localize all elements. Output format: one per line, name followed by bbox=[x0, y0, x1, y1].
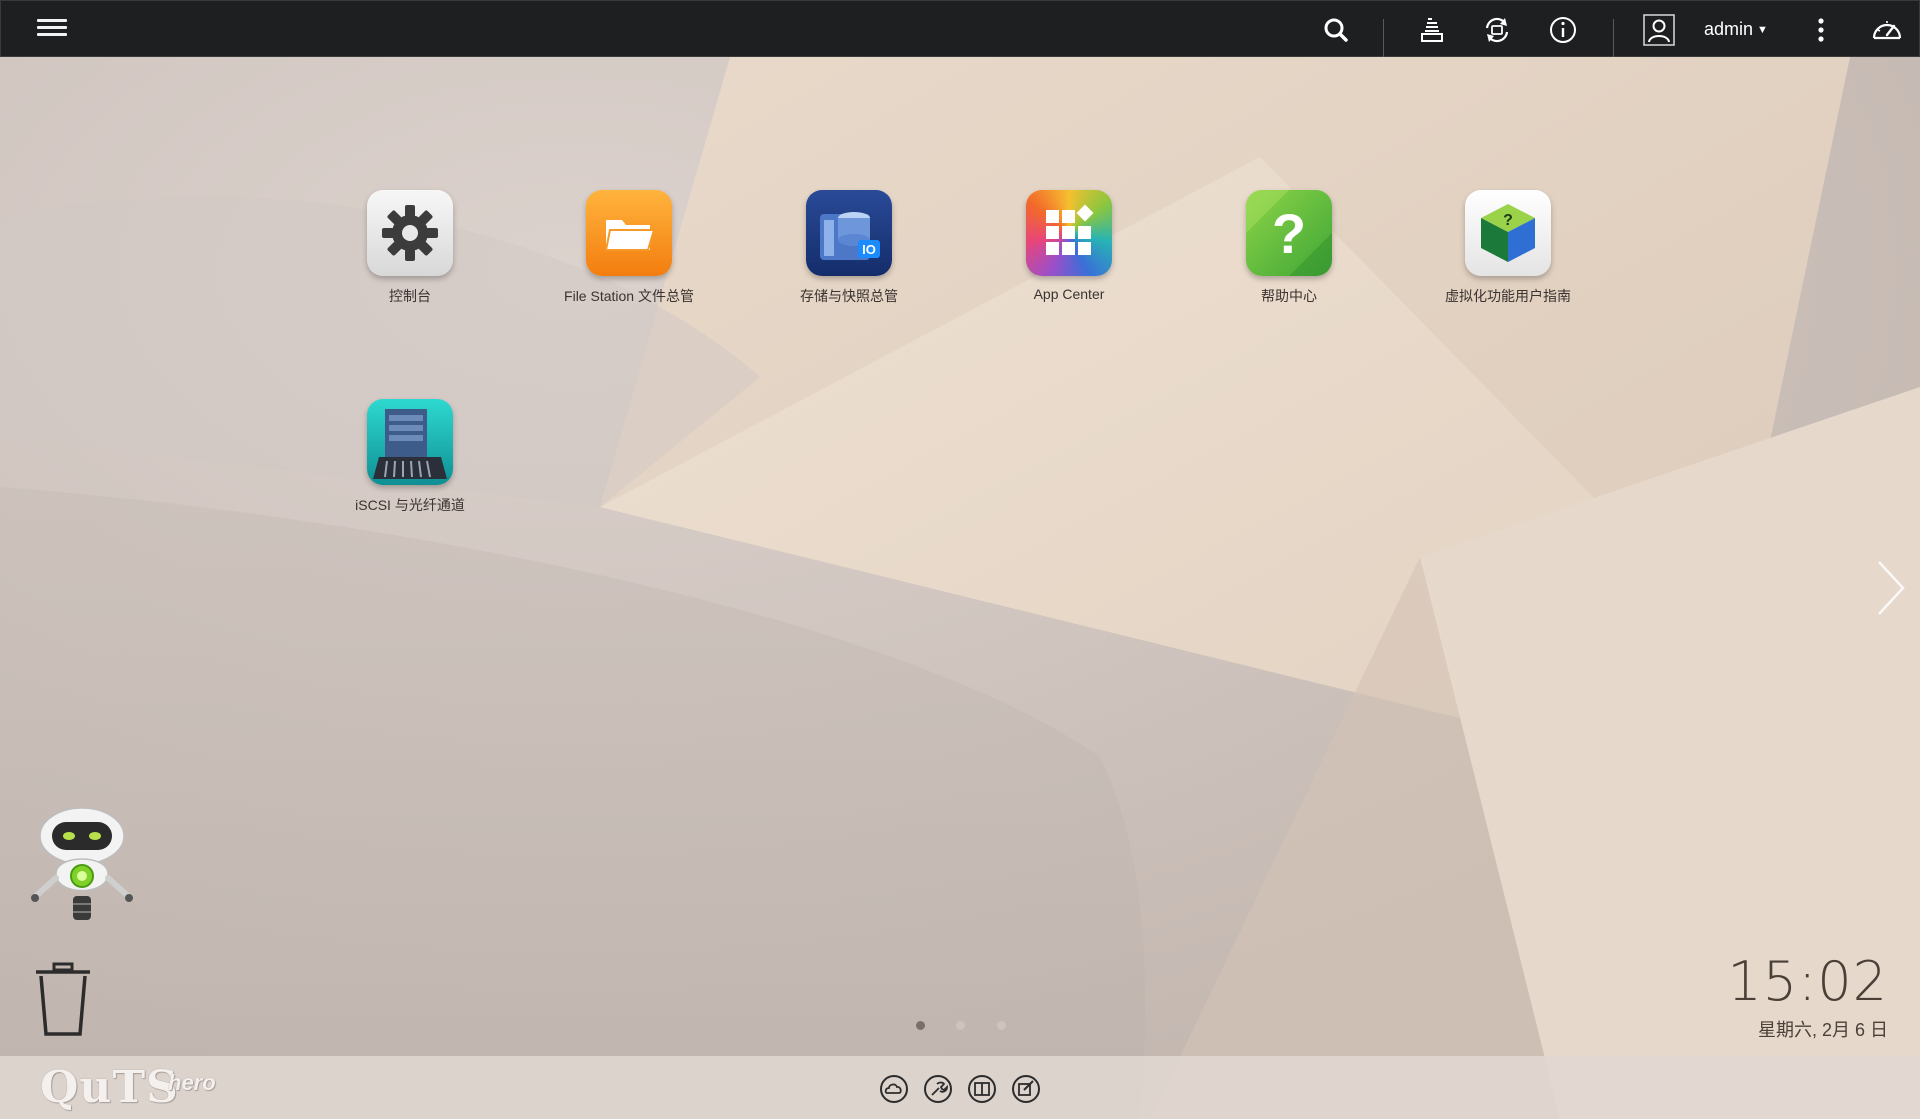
next-page-arrow-icon[interactable] bbox=[1873, 558, 1907, 618]
help-icon: ? bbox=[1246, 190, 1332, 276]
book-icon[interactable] bbox=[967, 1074, 997, 1104]
app-grid-icon bbox=[1026, 190, 1112, 276]
app-label: App Center bbox=[1033, 286, 1105, 302]
desktop-wallpaper bbox=[0, 57, 1920, 1119]
app-label: 存储与快照总管 bbox=[800, 288, 898, 304]
top-bar: admin ▼ bbox=[0, 0, 1920, 57]
app-file-station[interactable]: File Station 文件总管 bbox=[534, 190, 724, 306]
iscsi-server-icon bbox=[367, 399, 453, 485]
app-label: File Station 文件总管 bbox=[564, 288, 694, 304]
user-menu[interactable]: admin ▼ bbox=[1704, 19, 1768, 40]
topbar-divider bbox=[1383, 19, 1384, 57]
clock-time: 15:02 bbox=[1727, 950, 1888, 1013]
user-icon[interactable] bbox=[1642, 13, 1676, 47]
app-virtualization-guide[interactable]: ? 虚拟化功能用户指南 bbox=[1413, 190, 1603, 306]
search-icon[interactable] bbox=[1319, 13, 1353, 47]
app-label: iSCSI 与光纤通道 bbox=[355, 497, 465, 513]
topbar-divider bbox=[1613, 19, 1614, 57]
virtualization-cube-icon: ? bbox=[1465, 190, 1551, 276]
folder-icon bbox=[586, 190, 672, 276]
brand-logo-sub: hero bbox=[168, 1070, 216, 1095]
clock-date: 星期六, 2月 6 日 bbox=[1757, 1020, 1888, 1040]
app-help-center[interactable]: ? 帮助中心 bbox=[1194, 190, 1384, 306]
svg-text:IO: IO bbox=[862, 242, 876, 257]
app-label: 虚拟化功能用户指南 bbox=[1445, 288, 1571, 304]
app-label: 帮助中心 bbox=[1261, 288, 1317, 304]
caret-down-icon: ▼ bbox=[1757, 24, 1768, 36]
page-dot-2[interactable] bbox=[956, 1021, 965, 1030]
more-icon[interactable] bbox=[1804, 13, 1838, 47]
brand-logo: QuTS bbox=[40, 1062, 179, 1113]
cloud-icon[interactable] bbox=[879, 1074, 909, 1104]
app-iscsi-fibre-channel[interactable]: iSCSI 与光纤通道 bbox=[315, 399, 505, 515]
svg-text:?: ? bbox=[1272, 202, 1306, 265]
tools-icon[interactable] bbox=[923, 1074, 953, 1104]
page-dot-1[interactable] bbox=[916, 1021, 925, 1030]
app-app-center[interactable]: App Center bbox=[974, 190, 1164, 302]
sync-icon[interactable] bbox=[1480, 13, 1514, 47]
dashboard-gauge-icon[interactable] bbox=[1870, 13, 1904, 47]
username-label: admin bbox=[1704, 19, 1754, 39]
menu-icon[interactable] bbox=[37, 15, 67, 43]
trash-icon[interactable] bbox=[34, 962, 92, 1038]
helper-robot-icon[interactable] bbox=[26, 804, 138, 934]
svg-text:?: ? bbox=[1503, 212, 1513, 229]
app-control-panel[interactable]: 控制台 bbox=[315, 190, 505, 306]
taskbar bbox=[0, 1056, 1920, 1119]
gear-icon bbox=[367, 190, 453, 276]
info-icon[interactable] bbox=[1546, 13, 1580, 47]
app-storage-snapshots[interactable]: IO 存储与快照总管 bbox=[754, 190, 944, 306]
page-dot-3[interactable] bbox=[997, 1021, 1006, 1030]
app-label: 控制台 bbox=[389, 288, 431, 304]
edit-icon[interactable] bbox=[1011, 1074, 1041, 1104]
wallpaper-shapes bbox=[0, 57, 1920, 1119]
task-stack-icon[interactable] bbox=[1415, 13, 1449, 47]
storage-icon: IO bbox=[806, 190, 892, 276]
